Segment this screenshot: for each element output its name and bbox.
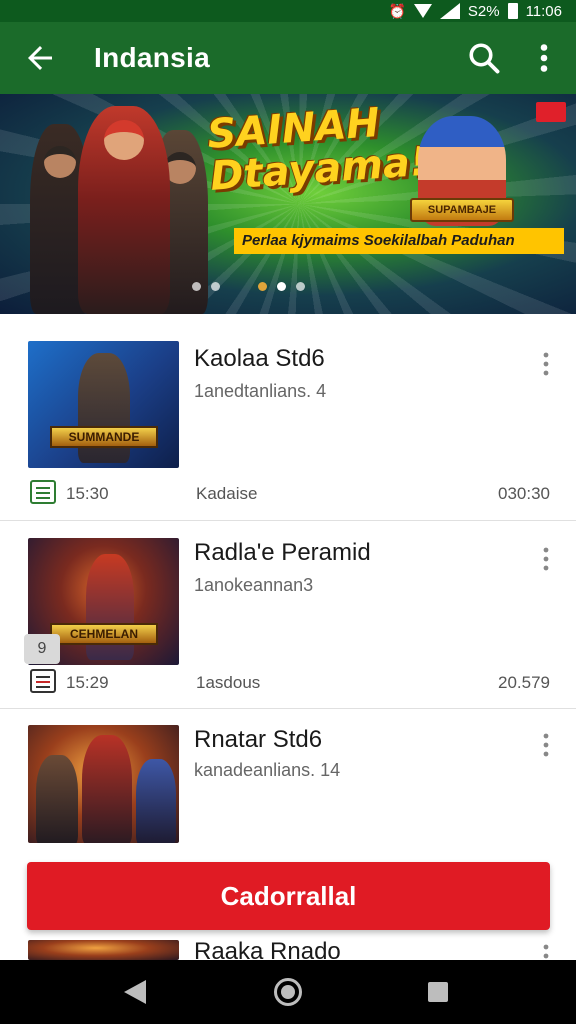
- status-icons: ⏰ S2% 11:06: [388, 2, 562, 20]
- list-item[interactable]: Raaka Rnado: [0, 940, 576, 960]
- battery-icon: [507, 3, 518, 19]
- banner-headline: SAINAH Dtayama!: [206, 99, 430, 200]
- thumbnail-logo: SUMMANDE: [50, 426, 158, 448]
- item-thumbnail: [28, 940, 179, 960]
- nav-recents-icon[interactable]: [428, 982, 448, 1002]
- item-time: 15:30: [66, 484, 109, 503]
- calendar-icon: [30, 480, 56, 504]
- banner-character-center: [78, 106, 170, 314]
- arrow-back-icon[interactable]: [22, 40, 58, 76]
- list-item[interactable]: Rnatar Std6 kanadeanlians. 14: [0, 709, 576, 869]
- carousel-dot[interactable]: [211, 282, 220, 291]
- item-title: Raaka Rnado: [194, 940, 341, 960]
- alarm-icon: ⏰: [388, 3, 406, 19]
- item-title: Radla'e Peramid: [194, 539, 371, 566]
- more-vert-icon[interactable]: [526, 40, 562, 76]
- carousel-dot[interactable]: [277, 282, 286, 291]
- list-item[interactable]: SUMMANDE Kaolaa Std6 1anedtanlians. 4 15…: [0, 314, 576, 520]
- item-subtitle: kanadeanlians. 14: [194, 760, 341, 780]
- carousel-indicator: [192, 282, 305, 291]
- banner-tagline: Perlaa kjymaims Soekilalbah Paduhan: [234, 228, 564, 254]
- banner-game-logo: SUPAMBAJE: [410, 198, 514, 222]
- search-icon[interactable]: [466, 40, 502, 76]
- promo-banner[interactable]: SAINAH Dtayama! SUPAMBAJE Perlaa kjymaim…: [0, 94, 576, 314]
- item-title: Kaolaa Std6: [194, 345, 325, 372]
- page-title: Indansia: [94, 42, 210, 73]
- status-bar: ⏰ S2% 11:06: [0, 0, 576, 22]
- clock: 11:06: [525, 2, 562, 20]
- item-more-icon[interactable]: [538, 350, 554, 380]
- nav-home-icon[interactable]: [274, 978, 302, 1006]
- item-subtitle: 1anokeannan3: [194, 575, 314, 595]
- item-time: 15:29: [66, 673, 109, 692]
- item-thumbnail: SUMMANDE: [28, 341, 179, 468]
- banner-corner-badge: [536, 102, 566, 122]
- list-item[interactable]: CEHMELAN 9 Radla'e Peramid 1anokeannan3 …: [0, 521, 576, 707]
- primary-action-button[interactable]: Cadorrallal: [27, 862, 550, 930]
- item-subtitle: 1anedtanlians. 4: [194, 381, 327, 401]
- thumbnail-logo: CEHMELAN: [50, 623, 158, 645]
- item-category: 1asdous: [196, 673, 261, 692]
- item-thumbnail: [28, 725, 179, 843]
- item-more-icon[interactable]: [538, 942, 554, 960]
- battery-percent: S2%: [467, 2, 500, 20]
- item-more-icon[interactable]: [538, 545, 554, 575]
- item-overlay-badge: 9: [24, 634, 60, 664]
- carousel-dot-active[interactable]: [258, 282, 267, 291]
- item-code: 20.579: [498, 673, 550, 692]
- item-more-icon[interactable]: [538, 731, 554, 761]
- calendar-icon: [30, 669, 56, 693]
- system-nav-bar: [0, 960, 576, 1024]
- item-code: 030:30: [498, 484, 550, 503]
- carousel-dot[interactable]: [296, 282, 305, 291]
- wifi-icon: [413, 4, 432, 18]
- app-bar: Indansia: [0, 22, 576, 94]
- item-title: Rnatar Std6: [194, 726, 323, 753]
- signal-icon: [439, 3, 460, 19]
- carousel-dot[interactable]: [192, 282, 201, 291]
- nav-back-icon[interactable]: [124, 980, 146, 1004]
- item-category: Kadaise: [196, 484, 258, 503]
